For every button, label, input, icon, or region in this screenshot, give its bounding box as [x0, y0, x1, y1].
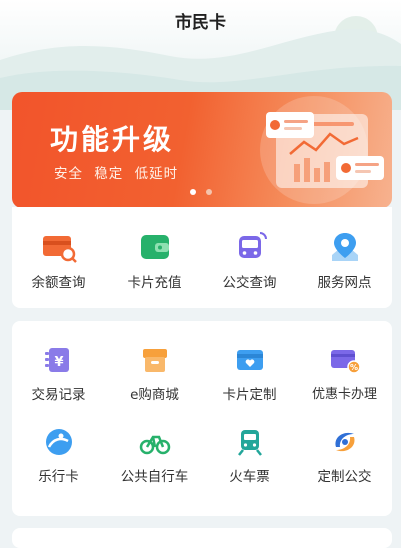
bus-icon — [238, 232, 267, 258]
svg-text:¥: ¥ — [54, 355, 63, 370]
service-custom-bus[interactable]: 定制公交 — [297, 427, 392, 485]
card-search-icon — [42, 236, 77, 263]
service-label: 交易记录 — [31, 387, 86, 403]
quick-action-label: 服务网点 — [317, 275, 372, 291]
card-heart-icon — [236, 350, 263, 370]
service-label: 优惠卡办理 — [311, 387, 377, 402]
carousel-dot[interactable] — [206, 189, 212, 195]
service-train-ticket[interactable]: 火车票 — [202, 427, 297, 485]
discount-card-icon: % — [330, 350, 361, 374]
quick-action-label: 余额查询 — [31, 275, 86, 291]
quick-action-balance-query[interactable]: 余额查询 — [11, 231, 106, 291]
travel-card-icon — [45, 429, 72, 455]
dashboard-illustration-icon — [260, 96, 384, 204]
service-label: e购商城 — [130, 387, 179, 403]
quick-action-card-recharge[interactable]: 卡片充值 — [107, 231, 202, 291]
services-card: ¥ 交易记录 e购商城 卡片定制 % 优惠卡办理 乐行卡 公共自行车 火车票 定… — [12, 321, 392, 516]
service-label: 乐行卡 — [38, 469, 79, 485]
service-card-customization[interactable]: 卡片定制 — [202, 345, 297, 403]
quick-action-label: 卡片充值 — [127, 275, 182, 291]
service-lexing-card[interactable]: 乐行卡 — [11, 427, 106, 485]
service-e-mall[interactable]: e购商城 — [107, 345, 202, 403]
custom-bus-logo-icon — [334, 432, 355, 452]
wallet-icon — [140, 235, 169, 259]
banner-subtitle: 安全 稳定 低延时 — [54, 166, 179, 182]
quick-action-label: 公交查询 — [222, 275, 277, 291]
quick-actions-card: 余额查询 卡片充值 公交查询 服务网点 — [12, 207, 392, 308]
bicycle-icon — [139, 435, 170, 455]
service-discount-card[interactable]: % 优惠卡办理 — [297, 345, 392, 402]
quick-action-bus-query[interactable]: 公交查询 — [202, 231, 297, 291]
banner-title: 功能升级 — [50, 123, 175, 156]
svg-text:%: % — [349, 363, 357, 372]
service-transaction-records[interactable]: ¥ 交易记录 — [11, 345, 106, 403]
shop-icon — [142, 349, 167, 372]
carousel-dot-active[interactable] — [190, 189, 196, 195]
service-public-bicycle[interactable]: 公共自行车 — [107, 427, 202, 485]
service-label: 火车票 — [229, 469, 270, 485]
quick-action-service-outlets[interactable]: 服务网点 — [297, 231, 392, 291]
page-title: 市民卡 — [175, 13, 226, 33]
service-label: 定制公交 — [317, 469, 372, 485]
next-section-card — [12, 528, 392, 548]
map-pin-icon — [331, 233, 358, 261]
promo-banner[interactable]: 功能升级 安全 稳定 低延时 — [12, 92, 392, 208]
yen-receipt-icon: ¥ — [44, 348, 69, 372]
train-icon — [237, 430, 262, 456]
service-label: 卡片定制 — [222, 387, 277, 403]
service-label: 公共自行车 — [120, 469, 189, 485]
